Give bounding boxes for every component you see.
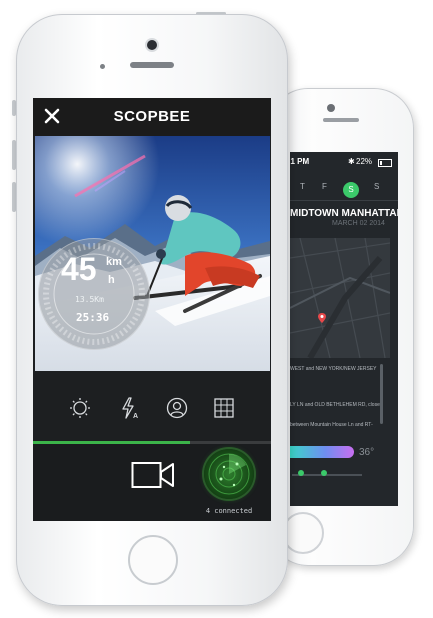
- slider-knob[interactable]: [298, 470, 304, 476]
- location-title: MIDTOWN MANHATTAN: [290, 208, 398, 219]
- elapsed-time: 25:36: [76, 311, 110, 324]
- temperature-value: 36°: [359, 447, 375, 458]
- traffic-line: WEST and NEW YORK/NEW JERSEY: [290, 366, 377, 372]
- radar-button[interactable]: [204, 449, 254, 499]
- camera-toolbar: A: [33, 371, 271, 443]
- profile-icon[interactable]: [166, 397, 188, 419]
- connected-count: 4 connected: [205, 507, 253, 515]
- auto-flash-icon[interactable]: A: [119, 397, 141, 419]
- traffic-line: LY LN and OLD BETHLEHEM RD, closed: [290, 402, 380, 408]
- speed-value: 45: [61, 251, 97, 287]
- distance-value: 13.5Km: [75, 295, 104, 304]
- divider: [290, 200, 398, 201]
- temperature-gradient-bar: [290, 446, 354, 458]
- back-phone-camera: [327, 104, 335, 112]
- day-tab[interactable]: T: [300, 182, 305, 191]
- app-header: SCOPBEE: [33, 98, 271, 136]
- map-view[interactable]: [290, 238, 390, 358]
- proximity-sensor: [100, 64, 105, 69]
- brightness-icon[interactable]: [69, 397, 91, 419]
- speed-unit-km: km: [106, 256, 122, 268]
- day-selector: T F S S: [290, 176, 398, 198]
- back-status-bar: 21 PM ✱ 22%: [290, 152, 398, 168]
- map-streets: [290, 238, 390, 358]
- back-phone-screen: 21 PM ✱ 22% T F S S MIDTOWN MANHATTAN MA…: [290, 152, 398, 506]
- slider-knob[interactable]: [321, 470, 327, 476]
- day-tab[interactable]: S: [374, 182, 379, 191]
- map-pin-icon[interactable]: [317, 313, 327, 323]
- traffic-line: between Mountain House Ln and RT-: [290, 422, 373, 428]
- day-tab-active[interactable]: S: [343, 182, 359, 198]
- scrollbar[interactable]: [380, 364, 383, 424]
- radar-icon: [208, 453, 250, 495]
- location-date: MARCH 02 2014: [332, 220, 385, 227]
- status-time: 21 PM: [290, 157, 310, 166]
- front-camera: [147, 40, 157, 50]
- grid-icon[interactable]: [213, 397, 235, 419]
- battery-icon: [378, 159, 392, 167]
- speed-unit-h: h: [108, 274, 115, 286]
- earpiece-speaker: [130, 62, 174, 68]
- day-tab[interactable]: F: [322, 182, 327, 191]
- video-camera-icon[interactable]: [131, 460, 175, 490]
- front-phone-screen: SCOPBEE 45 km h 13.5Km 25:36 A 4 connect…: [33, 98, 271, 521]
- back-home-button[interactable]: [282, 512, 324, 554]
- bluetooth-icon: ✱: [348, 157, 355, 166]
- svg-text:A: A: [133, 413, 138, 419]
- app-title: SCOPBEE: [113, 108, 191, 125]
- battery-percent: 22%: [356, 157, 373, 166]
- home-button[interactable]: [128, 535, 178, 585]
- back-phone-speaker: [323, 118, 359, 122]
